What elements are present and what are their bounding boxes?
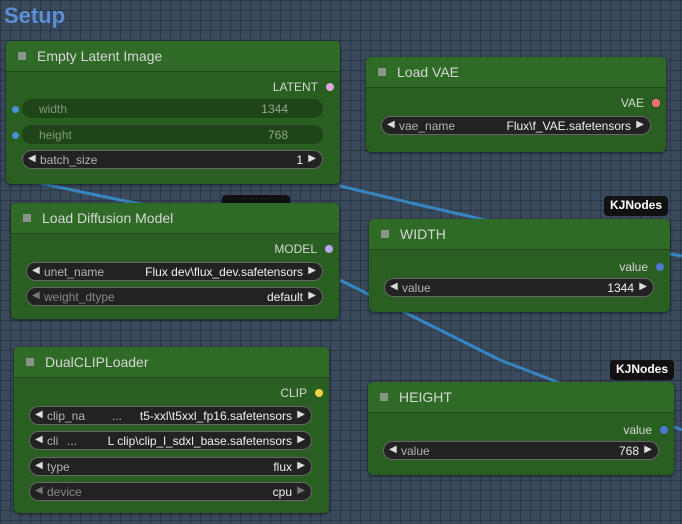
widget-label: weight_dtype [44, 290, 115, 304]
collapse-toggle[interactable] [26, 358, 34, 366]
next-arrow-icon[interactable]: ▶ [308, 290, 316, 301]
output-label-value: value [623, 423, 652, 437]
increment-arrow-icon[interactable]: ▶ [308, 153, 316, 164]
batch-size-widget[interactable]: ◀ batch_size 1 ▶ [22, 150, 323, 169]
collapse-toggle[interactable] [380, 393, 388, 401]
unet-name-widget[interactable]: ◀ unet_name Flux dev\flux_dev.safetensor… [26, 262, 323, 281]
width-value-widget[interactable]: ◀ value 1344 ▶ [384, 278, 654, 297]
widget-ellipsis: ... [67, 434, 78, 448]
vae-name-widget[interactable]: ◀ vae_name Flux\f_VAE.safetensors ▶ [381, 116, 651, 135]
widget-ellipsis: ... [112, 409, 123, 423]
widget-value: t5-xxl\t5xxl_fp16.safetensors [139, 409, 292, 423]
increment-arrow-icon[interactable]: ▶ [639, 281, 647, 292]
load-vae-node[interactable]: Load VAE VAE ◀ vae_name Flux\f_VAE.safet… [366, 57, 666, 152]
previous-arrow-icon[interactable]: ◀ [35, 434, 43, 445]
clip-name2-widget[interactable]: ◀ cli ... L clip\clip_l_sdxl_base.safete… [29, 431, 312, 450]
decrement-arrow-icon[interactable]: ◀ [389, 444, 397, 455]
input-slot-height[interactable] [12, 132, 19, 139]
output-slot-clip[interactable] [315, 389, 323, 397]
output-label-latent: LATENT [272, 80, 318, 94]
height-value-widget[interactable]: ◀ value 768 ▶ [383, 441, 659, 460]
widget-label: value [402, 281, 431, 295]
widget-value: cpu [272, 485, 292, 499]
clip-type-widget[interactable]: ◀ type flux ▶ [29, 457, 312, 476]
widget-value: default [266, 290, 303, 304]
load-diffusion-model-node[interactable]: Load Diffusion Model MODEL ◀ unet_name F… [11, 203, 339, 319]
clip-name1-widget[interactable]: ◀ clip_na ... t5-xxl\t5xxl_fp16.safetens… [29, 406, 312, 425]
decrement-arrow-icon[interactable]: ◀ [390, 281, 398, 292]
widget-value: 1344 [607, 281, 634, 295]
width-widget[interactable]: width 1344 [22, 99, 323, 118]
next-arrow-icon[interactable]: ▶ [297, 460, 305, 471]
widget-label: device [47, 485, 82, 499]
widget-label: value [401, 444, 430, 458]
group-title: Setup [4, 3, 66, 28]
widget-value: Flux\f_VAE.safetensors [506, 119, 632, 133]
node-header[interactable]: Load VAE [366, 57, 666, 88]
widget-label: unet_name [44, 265, 105, 279]
output-slot-vae[interactable] [652, 99, 660, 107]
next-arrow-icon[interactable]: ▶ [297, 409, 305, 420]
node-title: WIDTH [400, 226, 446, 242]
empty-latent-image-node[interactable]: Empty Latent Image LATENT width 1344 hei… [6, 41, 340, 184]
widget-label: clip_na [47, 409, 86, 423]
decrement-arrow-icon[interactable]: ◀ [28, 153, 36, 164]
node-header[interactable]: Load Diffusion Model [11, 203, 339, 234]
widget-label: vae_name [399, 119, 456, 133]
node-title: Load VAE [397, 64, 460, 80]
widget-value: 1 [296, 153, 303, 167]
collapse-toggle[interactable] [23, 214, 31, 222]
previous-arrow-icon[interactable]: ◀ [32, 290, 40, 301]
previous-arrow-icon[interactable]: ◀ [387, 119, 395, 130]
previous-arrow-icon[interactable]: ◀ [35, 409, 43, 420]
widget-value: 768 [267, 128, 288, 142]
node-header[interactable]: HEIGHT [368, 382, 674, 413]
node-title: Empty Latent Image [37, 48, 163, 64]
widget-label: type [47, 460, 70, 474]
next-arrow-icon[interactable]: ▶ [297, 485, 305, 496]
output-label-vae: VAE [620, 96, 644, 110]
output-slot-value[interactable] [660, 426, 668, 434]
widget-label: cli [47, 434, 59, 448]
node-header[interactable]: WIDTH [369, 219, 670, 250]
output-label-value: value [619, 260, 648, 274]
weight-dtype-widget[interactable]: ◀ weight_dtype default ▶ [26, 287, 323, 306]
node-title: DualCLIPLoader [45, 354, 149, 370]
node-header[interactable]: DualCLIPLoader [14, 347, 329, 378]
kjnodes-badge-width: KJNodes [604, 196, 669, 216]
output-slot-value[interactable] [656, 263, 664, 271]
output-label-clip: CLIP [280, 386, 307, 400]
collapse-toggle[interactable] [381, 230, 389, 238]
previous-arrow-icon[interactable]: ◀ [35, 460, 43, 471]
kjnodes-badge-height: KJNodes [610, 360, 675, 380]
width-node[interactable]: WIDTH value ◀ value 1344 ▶ [369, 219, 670, 312]
widget-value: L clip\clip_l_sdxl_base.safetensors [107, 434, 292, 448]
previous-arrow-icon[interactable]: ◀ [35, 485, 43, 496]
widget-value: 1344 [261, 102, 288, 116]
widget-value: 768 [618, 444, 639, 458]
collapse-toggle[interactable] [18, 52, 26, 60]
widget-value: Flux dev\flux_dev.safetensors [145, 265, 303, 279]
next-arrow-icon[interactable]: ▶ [308, 265, 316, 276]
node-title: Load Diffusion Model [42, 210, 174, 226]
widget-value: flux [273, 460, 292, 474]
node-header[interactable]: Empty Latent Image [6, 41, 340, 72]
increment-arrow-icon[interactable]: ▶ [644, 444, 652, 455]
input-slot-width[interactable] [12, 106, 19, 113]
next-arrow-icon[interactable]: ▶ [636, 119, 644, 130]
widget-label: height [39, 128, 72, 142]
clip-device-widget[interactable]: ◀ device cpu ▶ [29, 482, 312, 501]
dual-clip-loader-node[interactable]: DualCLIPLoader CLIP ◀ clip_na ... t5-xxl… [14, 347, 329, 513]
output-label-model: MODEL [274, 242, 317, 256]
output-slot-latent[interactable] [326, 83, 334, 91]
previous-arrow-icon[interactable]: ◀ [32, 265, 40, 276]
node-title: HEIGHT [399, 389, 452, 405]
next-arrow-icon[interactable]: ▶ [297, 434, 305, 445]
output-slot-model[interactable] [325, 245, 333, 253]
widget-label: batch_size [40, 153, 98, 167]
widget-label: width [39, 102, 68, 116]
collapse-toggle[interactable] [378, 68, 386, 76]
height-widget[interactable]: height 768 [22, 125, 323, 144]
height-node[interactable]: HEIGHT value ◀ value 768 ▶ [368, 382, 674, 475]
